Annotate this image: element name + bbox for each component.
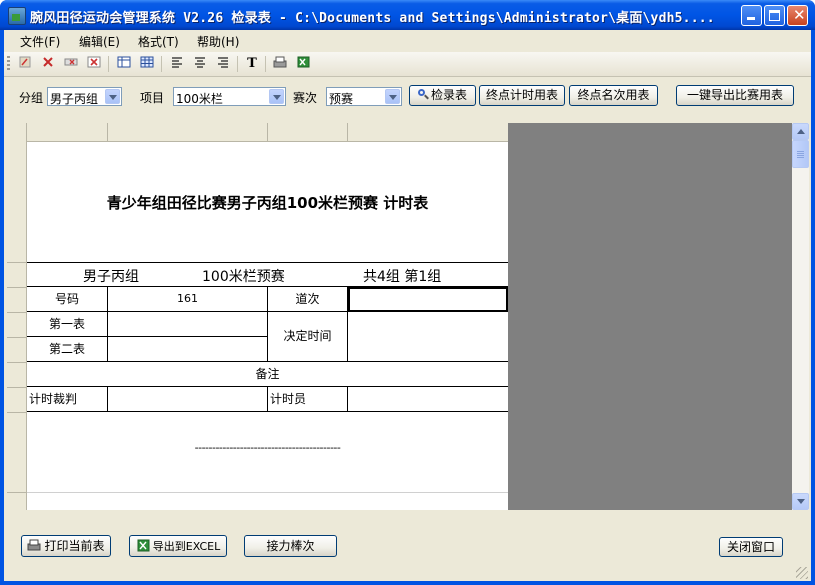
close-window-bottom-button[interactable]: 关闭窗口 xyxy=(719,537,783,557)
close-icon: ✕ xyxy=(793,6,806,24)
menu-help[interactable]: 帮助(H) xyxy=(197,33,239,50)
relay-order-button[interactable]: 接力棒次 xyxy=(244,535,337,557)
scroll-up-button[interactable] xyxy=(792,123,809,140)
signature-line: ----------------------------------------… xyxy=(194,441,341,454)
info-heat: 共4组 第1组 xyxy=(363,269,442,285)
table-icon[interactable] xyxy=(115,55,133,73)
first-watch-cell[interactable] xyxy=(108,312,268,337)
client-area: 文件(F) 编辑(E) 格式(T) 帮助(H) T 分组 男子丙组 项目 100… xyxy=(4,30,811,581)
event-label: 项目 xyxy=(140,91,165,105)
align-center-icon[interactable] xyxy=(191,55,209,73)
group-select[interactable]: 男子丙组 xyxy=(47,87,122,106)
export-excel-button[interactable]: 导出到EXCEL xyxy=(129,535,227,557)
title-bar[interactable]: 腕风田径运动会管理系统 V2.26 检录表 - C:\Documents and… xyxy=(0,0,815,30)
filter-bar: 分组 男子丙组 项目 100米栏 赛次 预赛 检录表 终点计时用表 终点名次用表… xyxy=(4,79,811,115)
finish-rank-button[interactable]: 终点名次用表 xyxy=(569,85,658,106)
print-icon[interactable] xyxy=(271,55,289,73)
toolbar-separator xyxy=(237,56,238,72)
menu-bar: 文件(F) 编辑(E) 格式(T) 帮助(H) xyxy=(4,30,811,51)
event-select[interactable]: 100米栏 xyxy=(173,87,286,106)
toolbar-separator xyxy=(108,56,109,72)
print-current-label: 打印当前表 xyxy=(44,539,105,553)
resize-grip[interactable] xyxy=(796,567,808,579)
minimize-button[interactable] xyxy=(741,5,762,26)
check-table-label: 检录表 xyxy=(430,88,467,102)
spreadsheet-area[interactable]: 青少年组田径比赛男子丙组100米栏预赛 计时表 男子丙组 100米栏预赛 共4组… xyxy=(7,123,792,510)
lane-value-cell[interactable] xyxy=(348,287,508,312)
toolbar-separator xyxy=(161,56,162,72)
second-watch-label: 第二表 xyxy=(27,337,108,362)
app-icon[interactable] xyxy=(8,7,26,25)
move-icon[interactable] xyxy=(62,55,80,73)
delete-icon[interactable] xyxy=(39,55,57,73)
timer-cell[interactable] xyxy=(348,387,508,412)
menu-format[interactable]: 格式(T) xyxy=(138,33,179,50)
close-window-button[interactable]: ✕ xyxy=(787,5,808,26)
export-all-button[interactable]: 一键导出比赛用表 xyxy=(676,85,794,106)
menu-file[interactable]: 文件(F) xyxy=(20,33,60,50)
vertical-scrollbar[interactable] xyxy=(792,123,809,510)
export-excel-label: 导出到EXCEL xyxy=(152,540,221,553)
info-group: 男子丙组 xyxy=(83,269,139,285)
chevron-down-icon[interactable] xyxy=(269,89,284,104)
row-header xyxy=(7,123,27,510)
number-value[interactable]: 161 xyxy=(108,287,268,312)
text-icon[interactable]: T xyxy=(243,55,261,73)
chevron-down-icon[interactable] xyxy=(385,89,400,104)
info-event: 100米栏预赛 xyxy=(202,269,285,285)
final-time-cell[interactable] xyxy=(348,312,508,362)
group-select-value: 男子丙组 xyxy=(50,92,99,106)
final-time-label: 决定时间 xyxy=(268,312,348,362)
first-watch-label: 第一表 xyxy=(27,312,108,337)
window-title: 腕风田径运动会管理系统 V2.26 检录表 - C:\Documents and… xyxy=(30,11,715,26)
second-watch-cell[interactable] xyxy=(108,337,268,362)
maximize-button[interactable] xyxy=(764,5,785,26)
lane-label: 道次 xyxy=(268,287,348,312)
group-label: 分组 xyxy=(19,91,44,105)
timing-judge-label: 计时裁判 xyxy=(27,387,108,412)
timer-label: 计时员 xyxy=(268,387,348,412)
round-select[interactable]: 预赛 xyxy=(326,87,402,106)
chevron-down-icon[interactable] xyxy=(105,89,120,104)
clear-icon[interactable] xyxy=(85,55,103,73)
remarks-label: 备注 xyxy=(27,362,508,387)
printer-icon xyxy=(27,538,41,558)
search-icon xyxy=(417,89,429,100)
column-header xyxy=(7,123,508,142)
toolbar-grip[interactable] xyxy=(7,56,10,72)
spreadsheet[interactable]: 青少年组田径比赛男子丙组100米栏预赛 计时表 男子丙组 100米栏预赛 共4组… xyxy=(7,123,508,510)
round-select-value: 预赛 xyxy=(329,92,354,106)
scroll-down-button[interactable] xyxy=(792,493,809,510)
cut-icon[interactable] xyxy=(16,55,34,73)
sheet-title: 青少年组田径比赛男子丙组100米栏预赛 计时表 xyxy=(106,193,429,212)
excel-icon[interactable] xyxy=(294,55,312,73)
align-left-icon[interactable] xyxy=(168,55,186,73)
menu-edit[interactable]: 编辑(E) xyxy=(79,33,120,50)
toolbar: T xyxy=(4,52,811,77)
number-label: 号码 xyxy=(27,287,108,312)
timing-judge-cell[interactable] xyxy=(108,387,268,412)
excel-icon xyxy=(136,538,150,558)
info-row: 男子丙组 100米栏预赛 共4组 第1组 xyxy=(27,262,508,287)
print-current-button[interactable]: 打印当前表 xyxy=(21,535,111,557)
round-label: 赛次 xyxy=(293,91,318,105)
align-right-icon[interactable] xyxy=(214,55,232,73)
grid-icon[interactable] xyxy=(138,55,156,73)
app-window: 腕风田径运动会管理系统 V2.26 检录表 - C:\Documents and… xyxy=(0,0,815,585)
toolbar-separator xyxy=(265,56,266,72)
finish-timing-button[interactable]: 终点计时用表 xyxy=(479,85,565,106)
event-select-value: 100米栏 xyxy=(176,92,223,106)
scroll-thumb[interactable] xyxy=(792,140,809,168)
bottom-bar: 打印当前表 导出到EXCEL 接力棒次 关闭窗口 xyxy=(4,512,811,581)
check-table-button[interactable]: 检录表 xyxy=(409,85,476,106)
